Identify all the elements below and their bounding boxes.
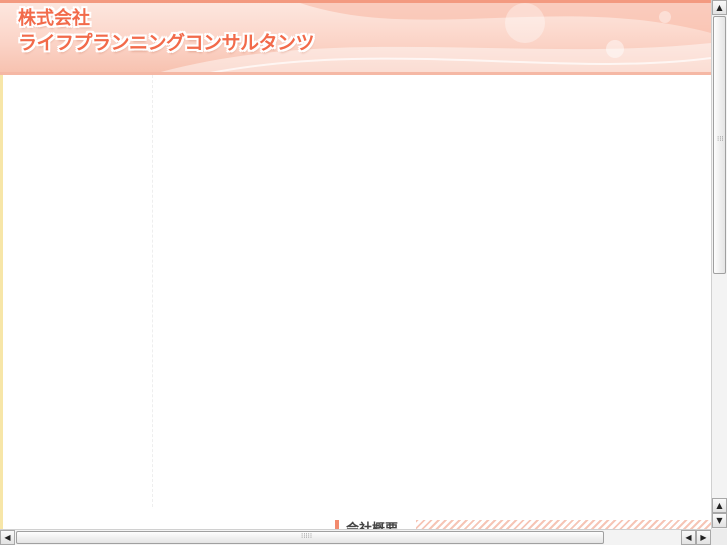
arrow-up-icon: ▲: [716, 2, 723, 12]
arrow-right-icon: ▶: [700, 532, 707, 542]
section-heading: 会社概要: [346, 518, 398, 529]
site-header: 株式会社 ライフプランニングコンサルタンツ: [0, 0, 711, 72]
vertical-scrollbar[interactable]: ▲ ⁞⁞⁞ ▲ ▼: [711, 0, 727, 529]
scrollbar-corner: [711, 529, 727, 545]
scroll-left-button-right[interactable]: ◀: [681, 530, 696, 545]
arrow-up-icon: ▲: [716, 500, 723, 510]
section-heading-stripe: [416, 520, 711, 529]
page-viewport: 株式会社 ライフプランニングコンサルタンツ 会社概要: [0, 0, 711, 529]
scroll-up-button-lower[interactable]: ▲: [712, 498, 727, 513]
sidebar-divider: [152, 75, 153, 507]
scroll-right-button[interactable]: ▶: [696, 530, 711, 545]
horizontal-scroll-thumb[interactable]: ⁞⁞⁞⁞⁞: [16, 531, 604, 544]
arrow-down-icon: ▼: [716, 515, 723, 525]
scroll-left-button[interactable]: ◀: [0, 530, 15, 545]
scroll-up-button[interactable]: ▲: [712, 0, 727, 15]
section-heading-marker: [335, 520, 339, 529]
horizontal-scrollbar[interactable]: ◀ ⁞⁞⁞⁞⁞ ◀ ▶: [0, 529, 711, 545]
vertical-scroll-thumb[interactable]: ⁞⁞⁞: [713, 16, 726, 274]
arrow-left-icon: ◀: [685, 532, 692, 542]
company-logo[interactable]: 株式会社 ライフプランニングコンサルタンツ: [18, 8, 315, 56]
header-divider: [0, 72, 711, 75]
company-prefix: 株式会社: [18, 8, 90, 29]
arrow-left-icon: ◀: [4, 532, 11, 542]
company-name: ライフプランニングコンサルタンツ: [18, 32, 315, 54]
grip-icon: ⁞⁞⁞⁞⁞: [301, 532, 313, 540]
grip-icon: ⁞⁞⁞: [717, 135, 724, 143]
scroll-down-button[interactable]: ▼: [712, 513, 727, 528]
left-accent-strip: [0, 75, 3, 529]
